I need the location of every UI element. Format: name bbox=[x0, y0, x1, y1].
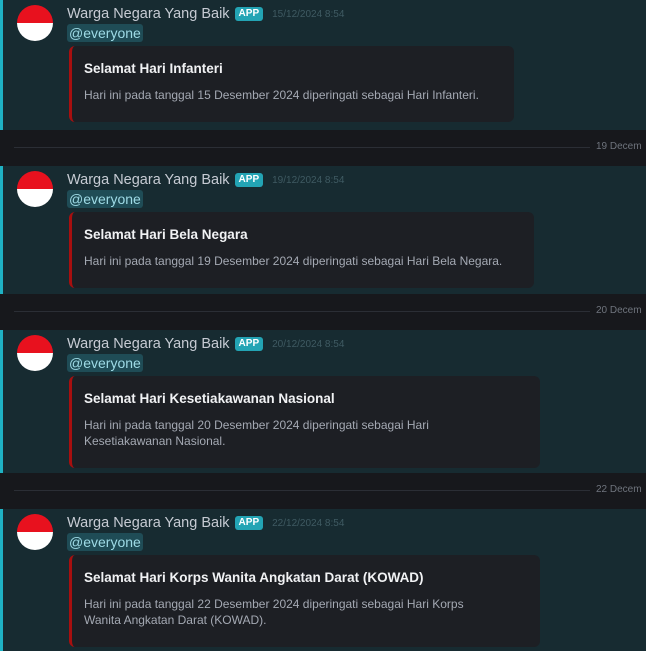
author-name[interactable]: Warga Negara Yang Baik bbox=[67, 336, 230, 352]
embed-description-line: Wanita Angkatan Darat (KOWAD). bbox=[84, 613, 267, 627]
embed-description: Hari ini pada tanggal 22 Desember 2024 d… bbox=[84, 596, 526, 628]
date-divider: 19 Decem bbox=[0, 130, 646, 166]
message: Warga Negara Yang Baik APP 22/12/2024 8:… bbox=[0, 509, 646, 651]
embed-card: Selamat Hari Bela Negara Hari ini pada t… bbox=[69, 212, 534, 288]
timestamp[interactable]: 20/12/2024 8:54 bbox=[272, 339, 344, 350]
embed-description-line: Kesetiakawanan Nasional. bbox=[84, 434, 226, 448]
embed-card: Selamat Hari Kesetiakawanan Nasional Har… bbox=[69, 376, 540, 468]
embed-description: Hari ini pada tanggal 19 Desember 2024 d… bbox=[84, 254, 503, 268]
indonesia-flag-icon[interactable] bbox=[17, 171, 53, 207]
divider-date: 19 Decem bbox=[596, 141, 642, 152]
embed-title: Selamat Hari Bela Negara bbox=[84, 227, 248, 242]
timestamp[interactable]: 22/12/2024 8:54 bbox=[272, 518, 344, 529]
indonesia-flag-icon[interactable] bbox=[17, 5, 53, 41]
app-badge: APP bbox=[234, 173, 264, 187]
timestamp[interactable]: 15/12/2024 8:54 bbox=[272, 9, 344, 20]
author-name[interactable]: Warga Negara Yang Baik bbox=[67, 172, 230, 188]
divider-line bbox=[14, 147, 590, 148]
author-name[interactable]: Warga Negara Yang Baik bbox=[67, 6, 230, 22]
divider-date: 22 Decem bbox=[596, 484, 642, 495]
divider-line bbox=[14, 490, 590, 491]
message-feed: Warga Negara Yang Baik APP 15/12/2024 8:… bbox=[0, 0, 646, 651]
message-header: Warga Negara Yang Baik APP 20/12/2024 8:… bbox=[67, 335, 344, 353]
embed-description-line: Hari ini pada tanggal 22 Desember 2024 d… bbox=[84, 597, 464, 611]
message-header: Warga Negara Yang Baik APP 19/12/2024 8:… bbox=[67, 171, 344, 189]
everyone-mention[interactable]: @everyone bbox=[67, 24, 143, 42]
everyone-mention[interactable]: @everyone bbox=[67, 533, 143, 551]
timestamp[interactable]: 19/12/2024 8:54 bbox=[272, 175, 344, 186]
message: Warga Negara Yang Baik APP 19/12/2024 8:… bbox=[0, 166, 646, 294]
date-divider: 22 Decem bbox=[0, 473, 646, 509]
date-divider: 20 Decem bbox=[0, 294, 646, 330]
app-badge: APP bbox=[234, 7, 264, 21]
app-badge: APP bbox=[234, 337, 264, 351]
embed-title: Selamat Hari Kesetiakawanan Nasional bbox=[84, 391, 335, 406]
message-header: Warga Negara Yang Baik APP 22/12/2024 8:… bbox=[67, 514, 344, 532]
divider-date: 20 Decem bbox=[596, 305, 642, 316]
message: Warga Negara Yang Baik APP 20/12/2024 8:… bbox=[0, 330, 646, 473]
indonesia-flag-icon[interactable] bbox=[17, 514, 53, 550]
embed-title: Selamat Hari Korps Wanita Angkatan Darat… bbox=[84, 570, 424, 585]
embed-card: Selamat Hari Infanteri Hari ini pada tan… bbox=[69, 46, 514, 122]
embed-title: Selamat Hari Infanteri bbox=[84, 61, 223, 76]
author-name[interactable]: Warga Negara Yang Baik bbox=[67, 515, 230, 531]
app-badge: APP bbox=[234, 516, 264, 530]
embed-description: Hari ini pada tanggal 20 Desember 2024 d… bbox=[84, 417, 526, 449]
embed-description: Hari ini pada tanggal 15 Desember 2024 d… bbox=[84, 88, 479, 102]
divider-line bbox=[14, 311, 590, 312]
embed-card: Selamat Hari Korps Wanita Angkatan Darat… bbox=[69, 555, 540, 647]
everyone-mention[interactable]: @everyone bbox=[67, 190, 143, 208]
indonesia-flag-icon[interactable] bbox=[17, 335, 53, 371]
everyone-mention[interactable]: @everyone bbox=[67, 354, 143, 372]
embed-description-line: Hari ini pada tanggal 20 Desember 2024 d… bbox=[84, 418, 429, 432]
message-header: Warga Negara Yang Baik APP 15/12/2024 8:… bbox=[67, 5, 344, 23]
message: Warga Negara Yang Baik APP 15/12/2024 8:… bbox=[0, 0, 646, 130]
